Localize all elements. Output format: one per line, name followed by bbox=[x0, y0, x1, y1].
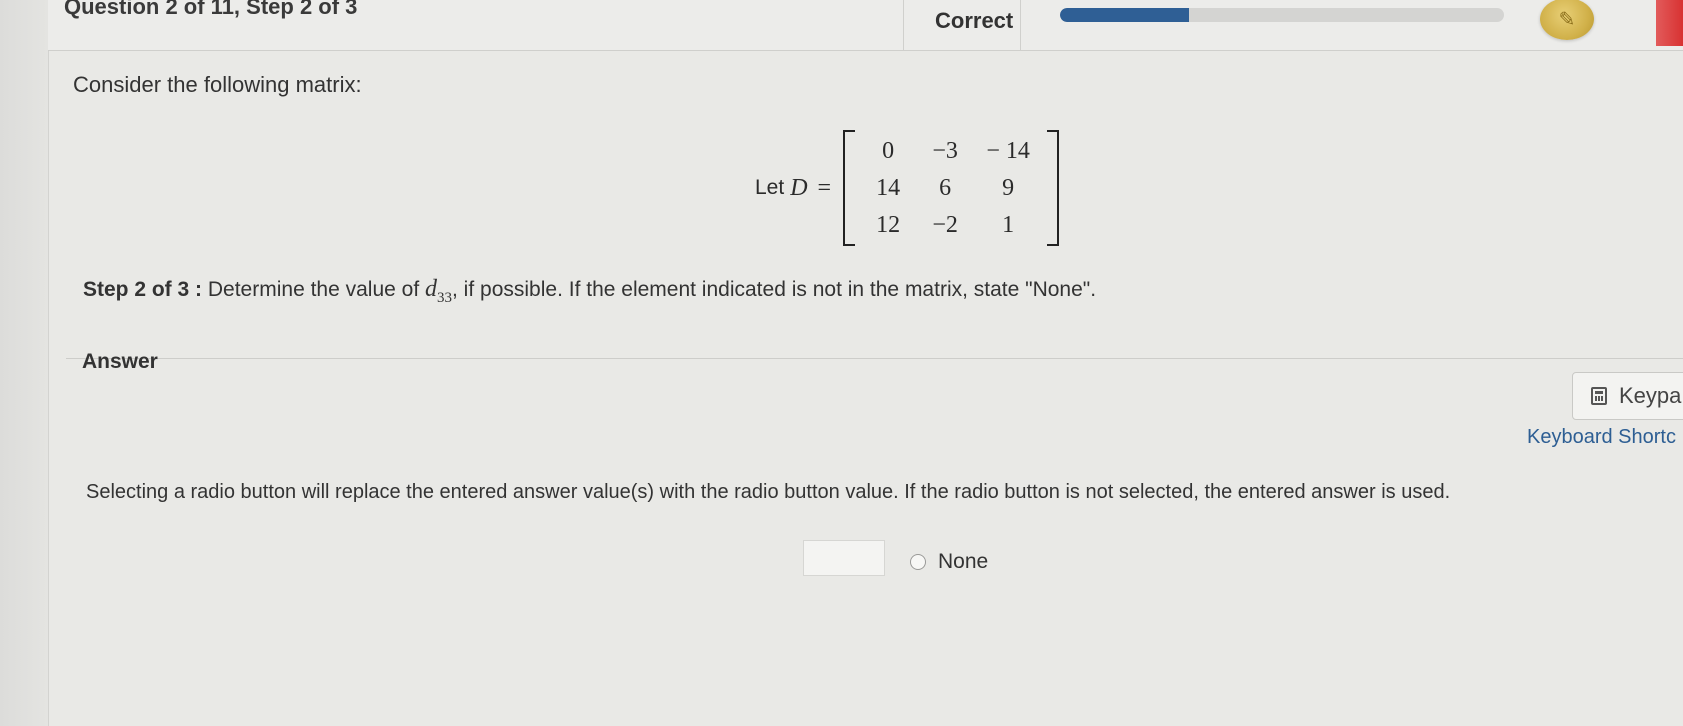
header-divider bbox=[903, 0, 904, 50]
none-radio-option[interactable]: None bbox=[910, 550, 988, 574]
matrix: 0 −3 − 14 14 6 9 12 −2 1 bbox=[855, 133, 1047, 244]
equals-sign: = bbox=[817, 174, 832, 201]
step-label: Step 2 of 3 : bbox=[83, 278, 203, 301]
matrix-cell: 1 bbox=[1002, 211, 1015, 238]
matrix-cell: 6 bbox=[939, 174, 952, 201]
matrix-variable: D bbox=[790, 174, 808, 201]
let-label: Let bbox=[755, 176, 785, 199]
answer-heading: Answer bbox=[82, 350, 158, 373]
section-divider bbox=[66, 358, 1683, 359]
question-title: Question 2 of 11, Step 2 of 3 bbox=[64, 0, 358, 19]
element-subscript: 33 bbox=[437, 289, 453, 306]
red-tab[interactable] bbox=[1656, 0, 1683, 46]
keyboard-shortcuts-link[interactable]: Keyboard Shortc bbox=[1527, 426, 1676, 449]
matrix-cell: −3 bbox=[932, 137, 958, 164]
radio-button[interactable] bbox=[910, 554, 926, 570]
left-gutter bbox=[0, 0, 49, 726]
left-bracket bbox=[843, 130, 856, 246]
status-correct: Correct bbox=[935, 8, 1014, 33]
matrix-expression: Let D = 0 −3 − 14 14 6 9 12 −2 1 bbox=[755, 128, 1060, 248]
none-radio-label[interactable]: None bbox=[938, 550, 988, 574]
element-variable: d33 bbox=[425, 276, 453, 306]
radio-instruction: Selecting a radio button will replace th… bbox=[86, 481, 1451, 503]
matrix-cell: 9 bbox=[1002, 174, 1015, 201]
progress-bar-fill bbox=[1060, 8, 1189, 22]
right-bracket bbox=[1047, 130, 1060, 246]
matrix-cell: −2 bbox=[932, 211, 958, 238]
matrix-cell: 12 bbox=[876, 211, 901, 238]
step-text-before: Determine the value of bbox=[207, 278, 420, 301]
matrix-cell: − 14 bbox=[986, 137, 1030, 164]
progress-bar bbox=[1060, 8, 1504, 22]
matrix-cell: 0 bbox=[882, 137, 895, 164]
matrix-cell: 14 bbox=[876, 174, 901, 201]
step-text-after: , if possible. If the element indicated … bbox=[452, 278, 1097, 301]
calculator-icon bbox=[1591, 387, 1607, 405]
question-prompt: Consider the following matrix: bbox=[73, 72, 362, 97]
keypad-label: Keypa bbox=[1619, 383, 1682, 408]
step-instruction: Step 2 of 3 : Determine the value of d33… bbox=[83, 276, 1096, 307]
header-divider bbox=[1020, 0, 1021, 50]
answer-input[interactable] bbox=[803, 540, 885, 576]
coin-icon[interactable]: ✎ bbox=[1540, 0, 1594, 40]
keypad-button[interactable]: Keypa bbox=[1572, 372, 1683, 420]
